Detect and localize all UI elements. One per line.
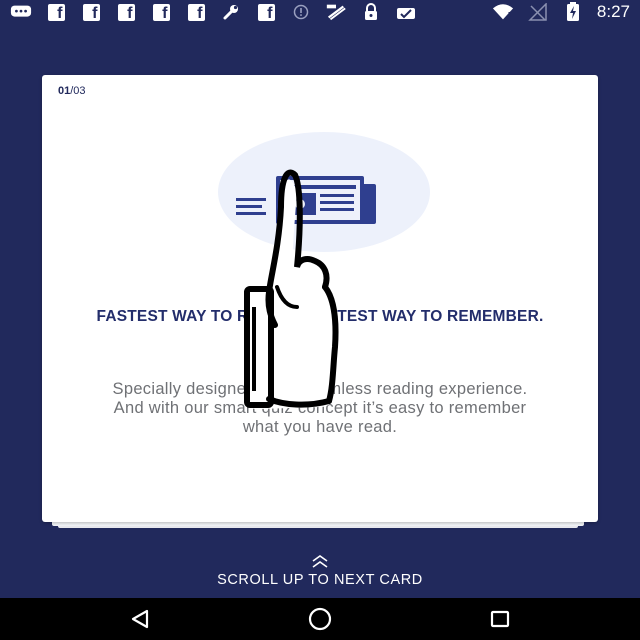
recents-button[interactable]: [478, 606, 522, 632]
clock: 8:27: [596, 2, 630, 21]
wrench-icon: [220, 3, 242, 21]
facebook-icon: f: [115, 3, 137, 21]
home-circle-icon: [308, 607, 332, 631]
pointing-hand-icon: [244, 169, 339, 409]
scroll-hint-label[interactable]: SCROLL UP TO NEXT CARD: [0, 572, 640, 588]
navigation-bar: [0, 598, 640, 640]
wifi-icon: [492, 3, 514, 21]
no-signal-icon: [527, 3, 549, 21]
recents-square-icon: [490, 610, 510, 628]
facebook-icon: f: [45, 3, 67, 21]
status-icons-left: f f f f f f: [10, 3, 417, 21]
facebook-icon: f: [150, 3, 172, 21]
home-button[interactable]: [298, 606, 342, 632]
facebook-icon: f: [185, 3, 207, 21]
fast-signal-icon: [325, 3, 347, 21]
status-bar: f f f f f f 8:27: [0, 0, 640, 24]
card-counter-total: /03: [70, 85, 86, 97]
facebook-icon: f: [80, 3, 102, 21]
info-icon: [290, 3, 312, 21]
chevron-up-double-icon[interactable]: [310, 554, 330, 570]
onboarding-card[interactable]: 01/03 FASTEST WAY TO READ. SMARTEST WAY …: [42, 75, 598, 522]
facebook-icon: f: [255, 3, 277, 21]
status-icons-right: 8:27: [492, 2, 630, 22]
card-counter: 01/03: [58, 85, 86, 97]
back-button[interactable]: [118, 606, 162, 632]
lock-icon: [360, 3, 382, 21]
back-triangle-icon: [131, 609, 149, 629]
card-counter-current: 01: [58, 85, 71, 97]
battery-charging-icon: [562, 2, 584, 21]
cloud-icon: [395, 3, 417, 21]
message-icon: [10, 3, 32, 21]
